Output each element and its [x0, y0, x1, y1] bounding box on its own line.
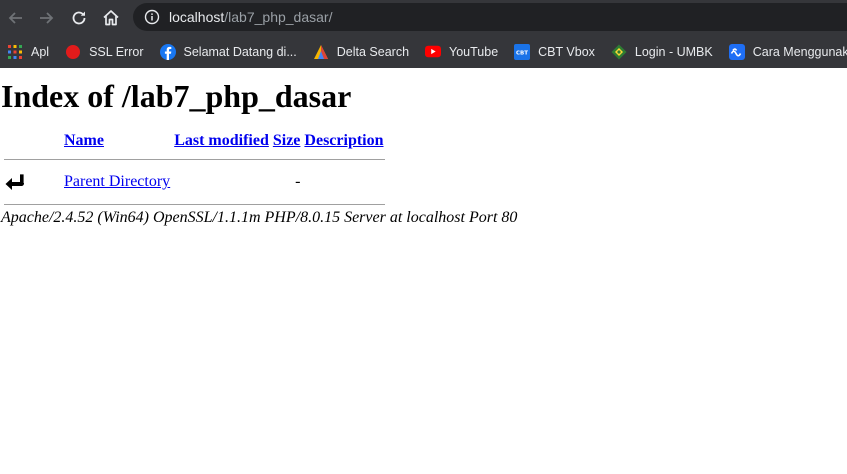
bookmark-label: SSL Error — [89, 44, 144, 59]
bookmark-label: Selamat Datang di... — [183, 44, 297, 59]
svg-text:CBT: CBT — [516, 50, 528, 56]
table-row: Parent Directory - — [4, 171, 385, 193]
red-dot-icon — [65, 44, 81, 60]
icon-column-header — [4, 131, 61, 151]
bookmark-cbt-vbox[interactable]: CBT CBT Vbox — [514, 38, 595, 66]
delta-icon — [313, 44, 329, 60]
arrow-right-icon — [40, 11, 54, 24]
bookmark-login-umbk[interactable]: Login - UMBK — [611, 38, 713, 66]
bookmark-cara-menggunakan[interactable]: Cara Menggunakan... — [728, 38, 847, 66]
bookmark-label: Apl — [31, 44, 50, 59]
home-icon — [103, 9, 119, 25]
bookmark-label: Login - UMBK — [634, 44, 713, 59]
forward-button[interactable] — [31, 2, 63, 34]
size-column-header: Size — [272, 131, 302, 151]
sort-by-description-link[interactable]: Description — [304, 132, 383, 149]
row-icon-cell — [4, 171, 61, 193]
sort-by-last-modified-link[interactable]: Last modified — [174, 132, 269, 149]
separator-row — [4, 195, 385, 205]
bookmark-label: CBT Vbox — [538, 44, 595, 59]
bookmark-youtube[interactable]: YouTube — [425, 38, 498, 66]
facebook-icon — [159, 43, 176, 60]
bookmark-apl[interactable]: Apl — [7, 38, 49, 66]
bookmark-selamat-datang[interactable]: Selamat Datang di... — [159, 38, 297, 66]
navigation-bar: localhost/lab7_php_dasar/ — [0, 0, 847, 35]
divider — [4, 159, 385, 160]
page-title: Index of /lab7_php_dasar — [1, 78, 352, 114]
browser-chrome: localhost/lab7_php_dasar/ Apl SSL Error — [0, 0, 847, 68]
back-button[interactable] — [0, 2, 31, 34]
bookmark-label: YouTube — [449, 44, 499, 59]
description-column-header: Description — [303, 131, 384, 151]
bookmarks-bar: Apl SSL Error Selamat Datang di... Delta… — [0, 35, 847, 68]
table-header-row: Name Last modified Size Description — [4, 131, 385, 151]
bookmark-label: Delta Search — [336, 44, 410, 59]
row-last-modified-cell — [173, 171, 270, 193]
divider — [4, 204, 385, 205]
reload-icon — [72, 11, 86, 24]
umbk-icon — [611, 44, 627, 60]
row-size-cell: - — [295, 173, 301, 190]
bookmark-ssl-error[interactable]: SSL Error — [65, 38, 144, 66]
file-listing-table: Name Last modified Size Description Pare… — [2, 129, 387, 207]
parent-directory-link[interactable]: Parent Directory — [64, 173, 170, 190]
home-button[interactable] — [95, 2, 127, 34]
address-bar[interactable]: localhost/lab7_php_dasar/ — [133, 3, 847, 31]
bookmark-label: Cara Menggunakan... — [752, 44, 847, 59]
youtube-icon — [425, 44, 442, 60]
reload-button[interactable] — [63, 2, 95, 34]
url-host: localhost — [169, 9, 225, 25]
directory-listing-page: Index of /lab7_php_dasar Name Last modif… — [0, 79, 847, 227]
apps-grid-icon — [7, 44, 23, 60]
info-icon[interactable] — [144, 9, 160, 25]
name-column-header: Name — [63, 131, 171, 151]
arrow-left-icon — [8, 11, 22, 24]
wave-icon — [728, 43, 745, 60]
last-modified-column-header: Last modified — [173, 131, 270, 151]
url-path: /lab7_php_dasar/ — [224, 9, 333, 25]
back-arrow-icon — [5, 173, 25, 190]
server-signature: Apache/2.4.52 (Win64) OpenSSL/1.1.1m PHP… — [1, 209, 518, 226]
row-name-cell: Parent Directory — [63, 171, 171, 193]
separator-row — [4, 153, 385, 169]
sort-by-name-link[interactable]: Name — [64, 132, 104, 149]
bookmark-delta-search[interactable]: Delta Search — [313, 38, 409, 66]
sort-by-size-link[interactable]: Size — [273, 132, 301, 149]
cbt-icon: CBT — [514, 43, 531, 60]
url-text[interactable]: localhost/lab7_php_dasar/ — [169, 9, 332, 25]
row-description-cell — [303, 171, 384, 193]
